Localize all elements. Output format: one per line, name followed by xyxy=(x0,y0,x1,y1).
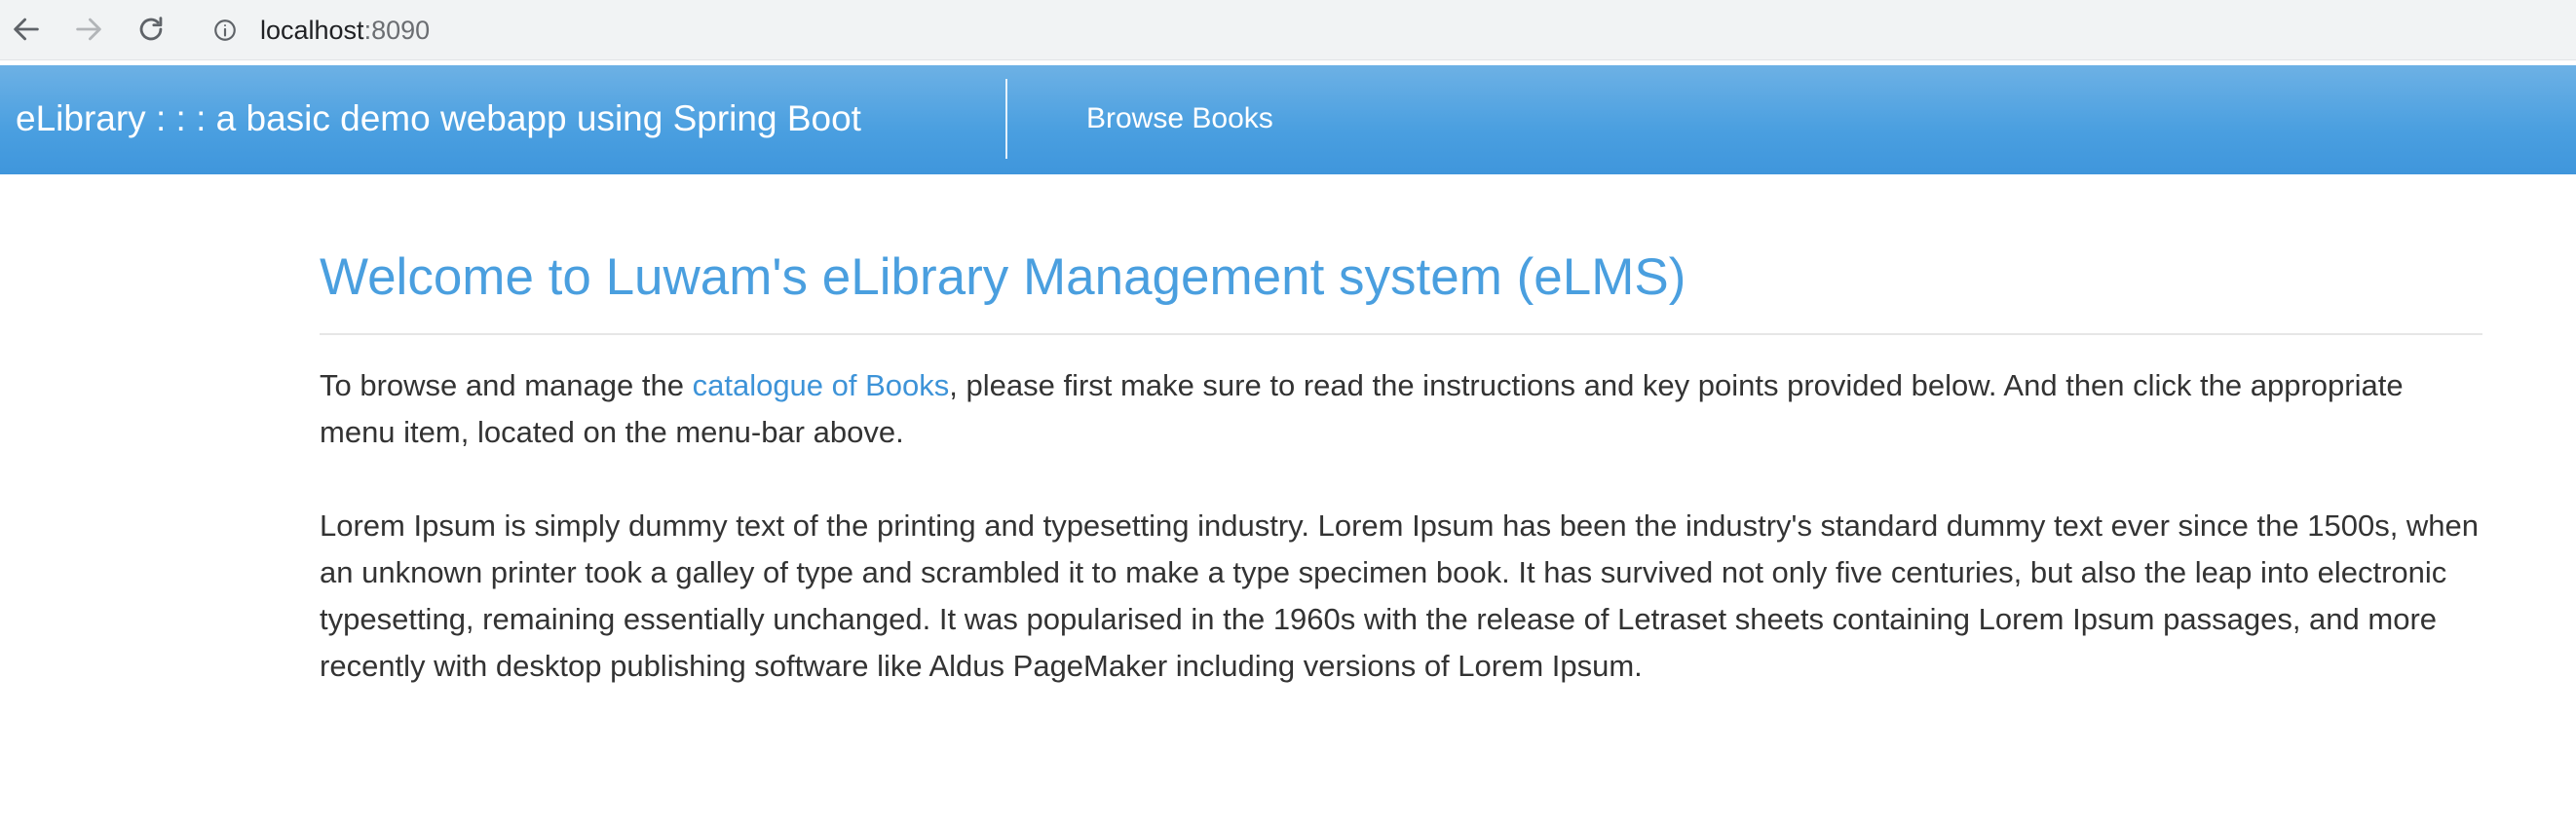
url-port: :8090 xyxy=(363,16,431,45)
url-host: localhost xyxy=(260,16,364,45)
intro-text-before: To browse and manage the xyxy=(320,368,693,402)
title-divider xyxy=(320,333,2482,335)
browse-books-link[interactable]: Browse Books xyxy=(1086,102,1273,135)
url-text[interactable]: localhost:8090 xyxy=(260,18,430,44)
intro-paragraph: To browse and manage the catalogue of Bo… xyxy=(320,362,2482,456)
browser-toolbar: localhost:8090 xyxy=(0,0,2576,60)
page-title: Welcome to Luwam's eLibrary Management s… xyxy=(320,248,1686,306)
lorem-paragraph: Lorem Ipsum is simply dummy text of the … xyxy=(320,508,2480,683)
reload-icon[interactable] xyxy=(131,9,171,50)
navbar-divider xyxy=(1005,79,1007,159)
address-bar[interactable]: localhost:8090 xyxy=(195,6,2576,55)
catalogue-link[interactable]: catalogue of Books xyxy=(693,368,950,402)
main-content: Welcome to Luwam's eLibrary Management s… xyxy=(320,248,2482,690)
info-icon[interactable] xyxy=(212,18,238,43)
arrow-left-icon[interactable] xyxy=(6,9,47,50)
arrow-right-icon[interactable] xyxy=(68,9,109,50)
navbar-brand[interactable]: eLibrary : : : a basic demo webapp using… xyxy=(16,99,861,138)
app-navbar: eLibrary : : : a basic demo webapp using… xyxy=(0,65,2576,174)
